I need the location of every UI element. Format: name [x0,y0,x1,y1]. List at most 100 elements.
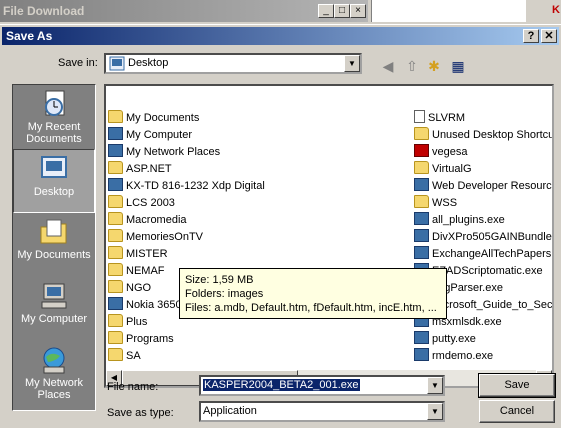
file-item-label: vegesa [432,146,468,158]
file-item-label: NEMAF [126,265,165,277]
folder-icon [108,161,123,174]
folder-icon [108,263,123,276]
file-item[interactable]: vegesa [414,144,467,161]
place-my-documents[interactable]: My Documents [13,213,95,277]
file-item[interactable]: LCS 2003 [108,195,175,212]
file-item[interactable]: MISTER [108,246,168,263]
place-recent-documents[interactable]: My Recent Documents [13,85,95,149]
file-item[interactable]: MemoriesOnTV [108,229,203,246]
maximize-icon[interactable]: □ [334,4,350,18]
exe-icon [414,348,429,361]
close-button[interactable]: ✕ [541,29,557,43]
file-item-label: My Documents [126,112,200,124]
place-my-computer[interactable]: My Computer [13,277,95,341]
my-documents-icon [108,110,123,123]
place-label: My Computer [20,313,88,325]
file-item[interactable]: all_plugins.exe [414,212,505,229]
tooltip-files: Files: a.mdb, Default.htm, fDefault.htm,… [185,302,437,314]
folder-info-tooltip: Size: 1,59 MB Folders: images Files: a.m… [179,268,447,319]
file-item[interactable]: My Documents [108,110,199,127]
file-item-label: My Network Places [126,146,221,158]
chevron-down-icon[interactable]: ▼ [427,403,443,420]
file-item-label: Nokia 3650 [126,299,182,311]
file-item[interactable]: My Network Places [108,144,220,161]
file-item[interactable]: putty.exe [414,331,476,348]
folder-icon [108,212,123,225]
file-item-label: ASP.NET [126,163,172,175]
new-folder-icon[interactable]: ✱ [424,56,444,76]
place-label: Desktop [33,186,75,198]
help-button[interactable]: ? [523,29,539,43]
folder-icon [414,127,429,140]
minimize-icon[interactable]: _ [318,4,334,18]
folder-icon [414,195,429,208]
view-menu-icon[interactable]: ▦ [448,56,468,76]
file-item[interactable]: ExchangeAllTechPapers.exe [414,246,554,263]
file-item-label: Microsoft_Guide_to_Security.exe [432,299,554,311]
my-documents-icon [40,219,67,244]
places-bar: My Recent Documents Desktop My Documents… [12,84,96,411]
close-icon[interactable]: × [350,4,366,18]
save-button[interactable]: Save [478,373,556,398]
background-window: File Download _ □ × K [0,0,561,24]
file-item[interactable]: Plus [108,314,147,331]
folder-icon [108,195,123,208]
file-item[interactable]: NGO [108,280,151,297]
exe-icon [414,229,429,242]
folder-icon [108,331,123,344]
my-computer-icon [108,127,123,140]
save-in-value: Desktop [128,57,169,69]
file-item-label: all_plugins.exe [432,214,505,226]
chevron-down-icon[interactable]: ▼ [427,377,443,394]
folder-icon [108,280,123,293]
file-item-label: ExchangeAllTechPapers.exe [432,248,554,260]
tooltip-size: Size: 1,59 MB [185,274,254,286]
file-list[interactable]: My Documents My Computer My Network Places… [104,84,554,388]
file-item-label: NGO [126,282,152,294]
cancel-button[interactable]: Cancel [479,400,555,423]
chevron-down-icon[interactable]: ▼ [344,55,360,72]
save-as-type-select[interactable]: Application ▼ [199,401,445,422]
file-item[interactable]: rmdemo.exe [414,348,493,365]
exe-icon [414,212,429,225]
file-item[interactable]: My Computer [108,127,192,144]
file-item[interactable]: Unused Desktop Shortcuts [414,127,554,144]
file-item-label: SA [126,350,141,362]
file-item-label: Unused Desktop Shortcuts [432,129,554,141]
file-item[interactable]: SLVRM [414,110,465,127]
file-item[interactable]: SA [108,348,141,365]
file-item-label: My Computer [126,129,193,141]
desktop-icon [109,56,125,71]
place-desktop[interactable]: Desktop [13,149,95,213]
file-item-label: Macromedia [126,214,187,226]
file-item[interactable]: VirtualG [414,161,472,178]
folder-icon [108,314,123,327]
file-name-input[interactable]: KASPER2004_BETA2_001.exe ▼ [199,375,445,396]
file-item[interactable]: WSS [414,195,457,212]
file-item-label: putty.exe [432,333,476,345]
file-item-label: MemoriesOnTV [126,231,204,243]
file-item-label: rmdemo.exe [432,350,494,362]
file-name-label: File name: [107,381,159,393]
file-item-label: KX-TD 816-1232 Xdp Digital [126,180,265,192]
file-item[interactable]: DivXPro505GAINBundle.exe [414,229,552,246]
file-name-value: KASPER2004_BETA2_001.exe [203,379,360,391]
file-item[interactable]: Programs [108,331,174,348]
file-item-label: SLVRM [428,112,466,124]
my-computer-icon [41,283,67,309]
file-item[interactable]: KX-TD 816-1232 Xdp Digital [108,178,265,195]
background-window-title: File Download [0,0,368,22]
file-item[interactable]: NEMAF [108,263,165,280]
back-icon[interactable]: ◀ [378,56,398,76]
recent-documents-icon [45,90,65,116]
file-item[interactable]: Macromedia [108,212,187,229]
place-network-places[interactable]: My Network Places [13,341,95,411]
up-folder-icon[interactable]: ⇧ [402,56,422,76]
file-item[interactable]: ASP.NET [108,161,172,178]
document-icon [414,110,425,123]
save-in-combo[interactable]: Desktop ▼ [104,53,362,74]
place-label: My Recent Documents [26,121,82,145]
file-item[interactable]: Nokia 3650 [108,297,182,314]
dialog-title: Save As [6,29,53,43]
file-item[interactable]: Web Developer Resources [414,178,552,195]
